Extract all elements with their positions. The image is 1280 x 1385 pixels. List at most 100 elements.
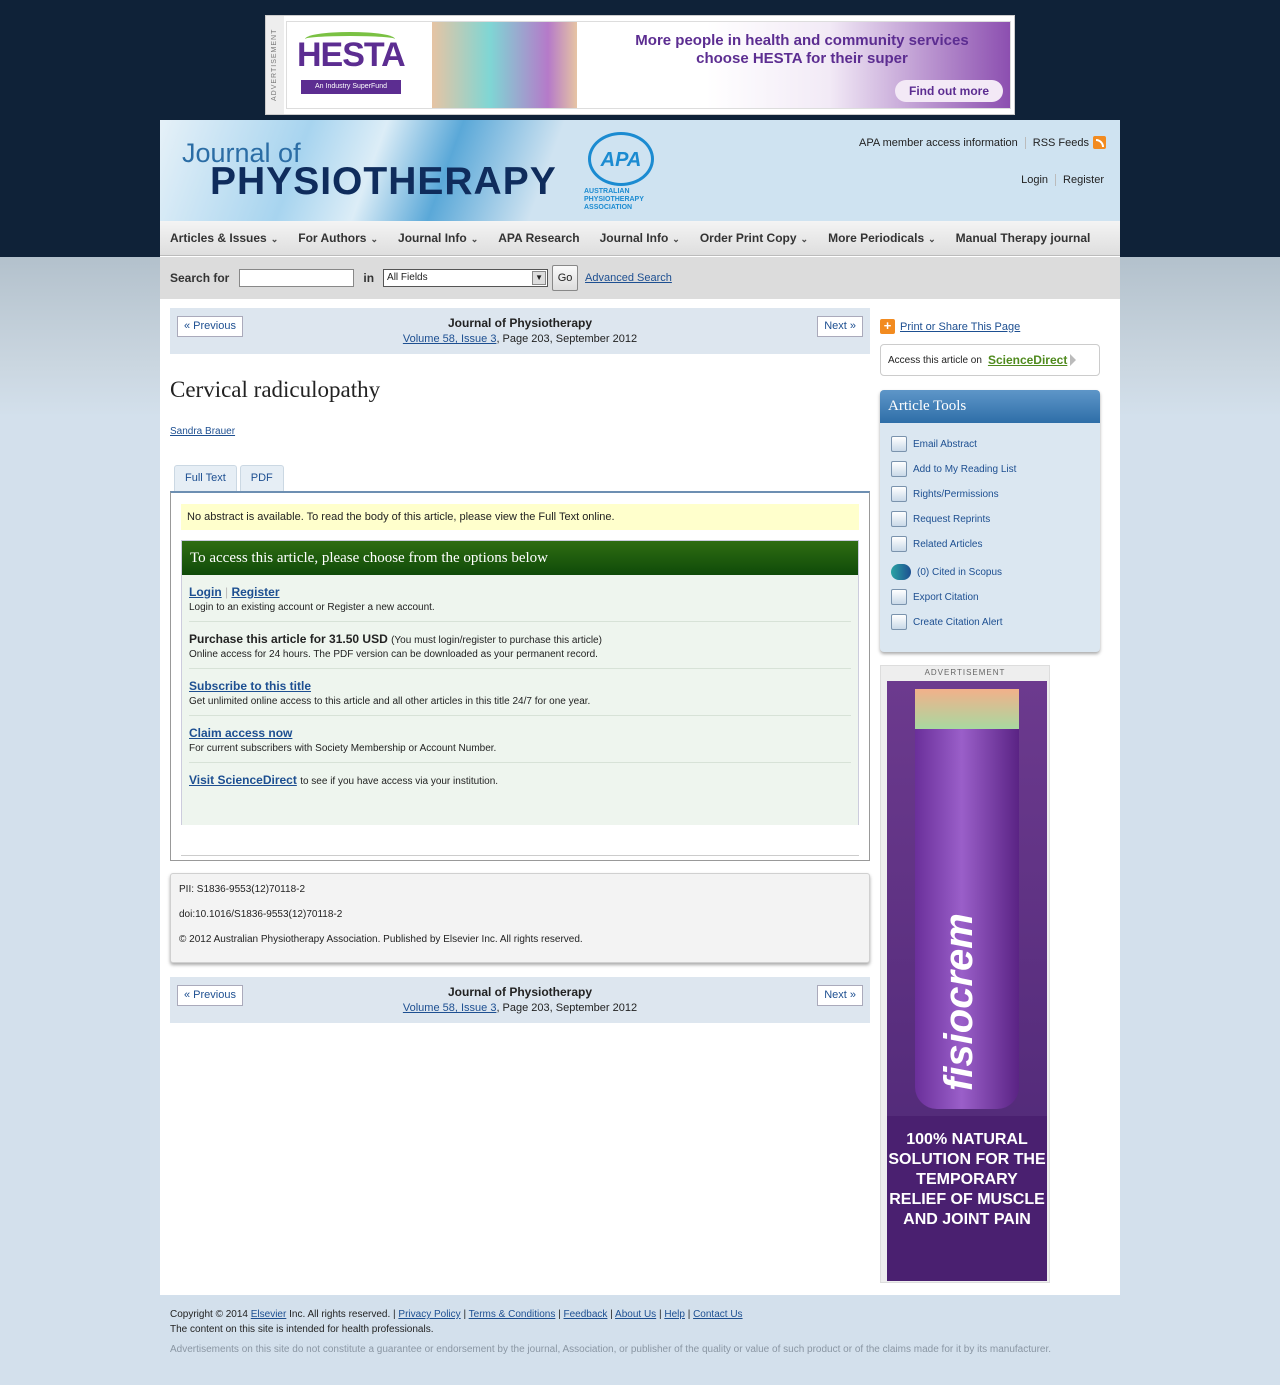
find-out-more-button[interactable]: Find out more: [895, 80, 1003, 102]
tool-label: Rights/Permissions: [913, 488, 999, 500]
visit-desc: to see if you have access via your insti…: [300, 776, 499, 787]
nav-label: More Periodicals: [828, 231, 925, 245]
tool-related-articles[interactable]: Related Articles: [891, 536, 982, 552]
scopus-icon: [891, 564, 911, 580]
option-subscribe: Subscribe to this title Get unlimited on…: [189, 669, 851, 716]
side-advertisement[interactable]: ADVERTISEMENT fisiocrem 100% NATURAL SOL…: [880, 665, 1050, 1283]
register-option-link[interactable]: Register: [231, 585, 279, 599]
tool-rights-permissions[interactable]: Rights/Permissions: [891, 486, 999, 502]
tool-citation-alert[interactable]: Create Citation Alert: [891, 614, 1003, 630]
nav-articles-issues[interactable]: Articles & Issues ⌄: [160, 231, 288, 245]
tool-label: Related Articles: [913, 538, 983, 550]
login-option-link[interactable]: Login: [189, 585, 222, 599]
tab-pdf[interactable]: PDF: [239, 465, 284, 491]
login-link[interactable]: Login: [1021, 174, 1048, 186]
option-claim: Claim access now For current subscribers…: [189, 716, 851, 763]
volume-info: Volume 58, Issue 3, Page 203, September …: [170, 1002, 870, 1014]
nav-journal-info-2[interactable]: Journal Info ⌄: [590, 231, 690, 245]
reading-list-icon: [891, 461, 907, 477]
next-button[interactable]: Next »: [817, 316, 863, 337]
apa-logo[interactable]: APA AUSTRALIAN PHYSIOTHERAPY ASSOCIATION: [584, 132, 659, 216]
site-header: Journal of PHYSIOTHERAPY APA AUSTRALIAN …: [160, 120, 1120, 221]
top-advertisement[interactable]: ADVERTISEMENT HESTA An Industry SuperFun…: [265, 15, 1015, 115]
nav-order-print-copy[interactable]: Order Print Copy ⌄: [690, 231, 818, 245]
nav-label: Manual Therapy journal: [955, 231, 1091, 245]
ad-headline: More people in health and community serv…: [635, 32, 969, 67]
elsevier-link[interactable]: Elsevier: [251, 1309, 287, 1320]
hesta-sub: An Industry SuperFund: [301, 80, 401, 94]
next-button[interactable]: Next »: [817, 985, 863, 1006]
volume-link[interactable]: Volume 58, Issue 3: [403, 333, 497, 345]
search-input[interactable]: [239, 269, 355, 287]
about-us-link[interactable]: About Us: [615, 1309, 656, 1320]
access-options: Login | Register Login to an existing ac…: [182, 575, 858, 825]
tab-full-text[interactable]: Full Text: [174, 465, 237, 491]
go-button[interactable]: Go: [552, 265, 579, 291]
rss-feeds-link[interactable]: RSS Feeds: [1033, 137, 1089, 149]
claim-desc: For current subscribers with Society Mem…: [189, 743, 497, 754]
nav-apa-research[interactable]: APA Research: [488, 231, 589, 245]
plus-icon[interactable]: +: [880, 319, 895, 334]
terms-link[interactable]: Terms & Conditions: [469, 1309, 556, 1320]
purchase-title: Purchase this article for 31.50 USD: [189, 632, 388, 646]
apa-mark-icon: APA: [588, 132, 654, 186]
feedback-link[interactable]: Feedback: [564, 1309, 608, 1320]
ad-label: ADVERTISEMENT: [266, 16, 284, 114]
tool-export-citation[interactable]: Export Citation: [891, 589, 979, 605]
rss-icon[interactable]: [1093, 136, 1106, 149]
access-options-box: To access this article, please choose fr…: [181, 540, 859, 825]
register-link[interactable]: Register: [1063, 174, 1104, 186]
sciencedirect-box[interactable]: Access this article on ScienceDirect: [880, 344, 1100, 376]
sciencedirect-link[interactable]: ScienceDirect: [988, 353, 1067, 367]
tool-label: Export Citation: [913, 591, 979, 603]
help-link[interactable]: Help: [664, 1309, 685, 1320]
footer-disclaimer: Advertisements on this site do not const…: [170, 1344, 1052, 1355]
nav-label: Journal Info: [398, 231, 467, 245]
tool-label: Create Citation Alert: [913, 616, 1003, 628]
access-heading: To access this article, please choose fr…: [182, 541, 858, 575]
related-icon: [891, 536, 907, 552]
divider: [181, 855, 859, 856]
nav-for-authors[interactable]: For Authors ⌄: [288, 231, 388, 245]
search-field-select[interactable]: All Fields ▼: [383, 269, 549, 287]
print-share[interactable]: + Print or Share This Page: [880, 319, 1020, 334]
nav-journal-info[interactable]: Journal Info ⌄: [388, 231, 488, 245]
dropdown-arrow-icon[interactable]: ▼: [532, 271, 547, 285]
nav-more-periodicals[interactable]: More Periodicals ⌄: [818, 231, 946, 245]
ad-claim: 100% NATURAL SOLUTION FOR THE TEMPORARY …: [887, 1116, 1047, 1281]
login-links: Login Register: [1021, 174, 1104, 186]
reprint-icon: [891, 511, 907, 527]
nav-label: For Authors: [298, 231, 367, 245]
tool-email-abstract[interactable]: Email Abstract: [891, 436, 977, 452]
option-login: Login | Register Login to an existing ac…: [189, 575, 851, 622]
print-share-link[interactable]: Print or Share This Page: [900, 321, 1020, 333]
tool-cited-scopus[interactable]: (0) Cited in Scopus: [891, 564, 1002, 580]
advanced-search-link[interactable]: Advanced Search: [585, 272, 672, 284]
hesta-banner[interactable]: HESTA An Industry SuperFund More people …: [286, 21, 1011, 109]
volume-rest: , Page 203, September 2012: [496, 1002, 638, 1014]
abstract-note: No abstract is available. To read the bo…: [181, 504, 859, 530]
author-link[interactable]: Sandra Brauer: [170, 426, 235, 437]
claim-access-link[interactable]: Claim access now: [189, 726, 292, 740]
page-container: Journal of PHYSIOTHERAPY APA AUSTRALIAN …: [160, 120, 1120, 1295]
chevron-down-icon: ⌄: [672, 234, 680, 244]
tool-reading-list[interactable]: Add to My Reading List: [891, 461, 1016, 477]
apa-member-access-link[interactable]: APA member access information: [859, 137, 1018, 149]
nav-manual-therapy[interactable]: Manual Therapy journal: [946, 231, 1101, 245]
contact-us-link[interactable]: Contact Us: [693, 1309, 742, 1320]
purchase-desc: Online access for 24 hours. The PDF vers…: [189, 649, 598, 660]
journal-title: Journal of Physiotherapy: [447, 316, 593, 330]
option-sciencedirect: Visit ScienceDirect to see if you have a…: [189, 763, 851, 795]
article-title: Cervical radiculopathy: [170, 377, 381, 402]
volume-info: Volume 58, Issue 3, Page 203, September …: [170, 333, 870, 345]
chevron-down-icon: ⌄: [370, 234, 379, 244]
visit-sciencedirect-link[interactable]: Visit ScienceDirect: [189, 773, 297, 787]
footer-copyright-suffix: Inc. All rights reserved. |: [289, 1309, 396, 1320]
privacy-policy-link[interactable]: Privacy Policy: [398, 1309, 460, 1320]
tool-request-reprints[interactable]: Request Reprints: [891, 511, 990, 527]
volume-link[interactable]: Volume 58, Issue 3: [403, 1002, 497, 1014]
footer-note: The content on this site is intended for…: [170, 1324, 434, 1335]
subscribe-link[interactable]: Subscribe to this title: [189, 679, 311, 693]
fisiocrem-ad[interactable]: fisiocrem 100% NATURAL SOLUTION FOR THE …: [887, 681, 1047, 1281]
logo-physiotherapy[interactable]: PHYSIOTHERAPY: [210, 160, 557, 204]
